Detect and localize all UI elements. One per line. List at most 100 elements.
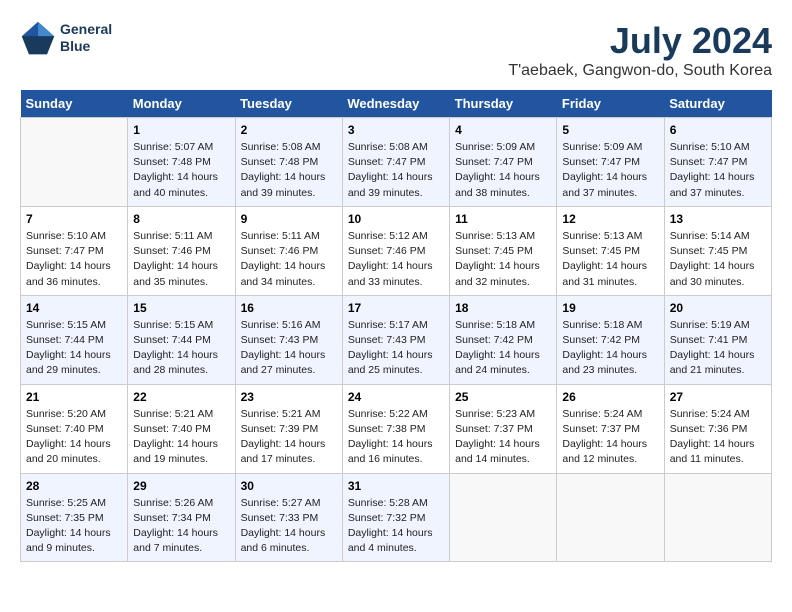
calendar-cell: 12Sunrise: 5:13 AM Sunset: 7:45 PM Dayli… [557,206,664,295]
day-info: Sunrise: 5:09 AM Sunset: 7:47 PM Dayligh… [455,140,551,201]
calendar-cell: 6 Sunrise: 5:10 AM Sunset: 7:47 PM Daylig… [664,118,771,207]
header-friday: Friday [557,90,664,118]
calendar-cell: 23Sunrise: 5:21 AM Sunset: 7:39 PM Dayli… [235,384,342,473]
calendar-cell: 10Sunrise: 5:12 AM Sunset: 7:46 PM Dayli… [342,206,449,295]
day-number: 28 [26,479,122,493]
calendar-cell: 22 Sunrise: 5:21 AM Sunset: 7:40 PM Dayli… [128,384,235,473]
day-number: 13 [670,212,766,226]
day-info: Sunrise: 5:15 AM Sunset: 7:44 PM Dayligh… [26,318,122,379]
day-number: 7 [26,212,122,226]
calendar-cell: 9 Sunrise: 5:11 AM Sunset: 7:46 PM Daylig… [235,206,342,295]
day-info: Sunrise: 5:08 AM Sunset: 7:47 PM Dayligh… [348,140,444,201]
day-info: Sunrise: 5:26 AM Sunset: 7:34 PM Dayligh… [133,496,229,557]
page-subtitle: T'aebaek, Gangwon-do, South Korea [508,62,772,80]
calendar-cell: 19Sunrise: 5:18 AM Sunset: 7:42 PM Dayli… [557,295,664,384]
logo: General Blue [20,20,112,56]
calendar-cell: 15 Sunrise: 5:15 AM Sunset: 7:44 PM Dayli… [128,295,235,384]
day-number: 30 [241,479,337,493]
logo-icon [20,20,56,56]
day-number: 24 [348,390,444,404]
day-info: Sunrise: 5:10 AM Sunset: 7:47 PM Dayligh… [670,140,766,201]
day-info: Sunrise: 5:23 AM Sunset: 7:37 PM Dayligh… [455,407,551,468]
title-section: July 2024 T'aebaek, Gangwon-do, South Ko… [508,20,772,80]
calendar-cell: 13 Sunrise: 5:14 AM Sunset: 7:45 PM Dayli… [664,206,771,295]
calendar-cell: 20 Sunrise: 5:19 AM Sunset: 7:41 PM Dayli… [664,295,771,384]
calendar-cell: 8 Sunrise: 5:11 AM Sunset: 7:46 PM Daylig… [128,206,235,295]
calendar-cell [21,118,128,207]
day-number: 8 [133,212,229,226]
day-number: 20 [670,301,766,315]
day-number: 22 [133,390,229,404]
day-number: 1 [133,123,229,137]
calendar-week-row: 1 Sunrise: 5:07 AM Sunset: 7:48 PM Daylig… [21,118,772,207]
day-number: 15 [133,301,229,315]
day-number: 3 [348,123,444,137]
day-number: 25 [455,390,551,404]
calendar-week-row: 28 Sunrise: 5:25 AM Sunset: 7:35 PM Dayli… [21,473,772,562]
day-number: 17 [348,301,444,315]
calendar-cell: 30 Sunrise: 5:27 AM Sunset: 7:33 PM Dayli… [235,473,342,562]
day-info: Sunrise: 5:13 AM Sunset: 7:45 PM Dayligh… [455,229,551,290]
calendar-cell [450,473,557,562]
calendar-cell: 26Sunrise: 5:24 AM Sunset: 7:37 PM Dayli… [557,384,664,473]
calendar-week-row: 14 Sunrise: 5:15 AM Sunset: 7:44 PM Dayli… [21,295,772,384]
calendar-cell: 31 Sunrise: 5:28 AM Sunset: 7:32 PM Dayli… [342,473,449,562]
day-number: 12 [562,212,658,226]
calendar-cell: 7 Sunrise: 5:10 AM Sunset: 7:47 PM Daylig… [21,206,128,295]
day-info: Sunrise: 5:21 AM Sunset: 7:40 PM Dayligh… [133,407,229,468]
day-info: Sunrise: 5:27 AM Sunset: 7:33 PM Dayligh… [241,496,337,557]
day-number: 27 [670,390,766,404]
day-number: 11 [455,212,551,226]
day-number: 10 [348,212,444,226]
calendar-week-row: 7 Sunrise: 5:10 AM Sunset: 7:47 PM Daylig… [21,206,772,295]
calendar-cell: 24 Sunrise: 5:22 AM Sunset: 7:38 PM Dayli… [342,384,449,473]
header-monday: Monday [128,90,235,118]
calendar-cell: 28 Sunrise: 5:25 AM Sunset: 7:35 PM Dayli… [21,473,128,562]
day-number: 16 [241,301,337,315]
day-number: 2 [241,123,337,137]
header-tuesday: Tuesday [235,90,342,118]
day-info: Sunrise: 5:19 AM Sunset: 7:41 PM Dayligh… [670,318,766,379]
day-info: Sunrise: 5:07 AM Sunset: 7:48 PM Dayligh… [133,140,229,201]
day-info: Sunrise: 5:28 AM Sunset: 7:32 PM Dayligh… [348,496,444,557]
header-thursday: Thursday [450,90,557,118]
header-saturday: Saturday [664,90,771,118]
calendar-cell: 3 Sunrise: 5:08 AM Sunset: 7:47 PM Daylig… [342,118,449,207]
calendar-cell: 14 Sunrise: 5:15 AM Sunset: 7:44 PM Dayli… [21,295,128,384]
calendar-cell: 11 Sunrise: 5:13 AM Sunset: 7:45 PM Dayli… [450,206,557,295]
day-info: Sunrise: 5:15 AM Sunset: 7:44 PM Dayligh… [133,318,229,379]
calendar-cell: 5Sunrise: 5:09 AM Sunset: 7:47 PM Daylig… [557,118,664,207]
day-info: Sunrise: 5:16 AM Sunset: 7:43 PM Dayligh… [241,318,337,379]
calendar-cell: 27 Sunrise: 5:24 AM Sunset: 7:36 PM Dayli… [664,384,771,473]
day-info: Sunrise: 5:14 AM Sunset: 7:45 PM Dayligh… [670,229,766,290]
day-number: 9 [241,212,337,226]
header-wednesday: Wednesday [342,90,449,118]
day-info: Sunrise: 5:09 AM Sunset: 7:47 PM Dayligh… [562,140,658,201]
calendar-week-row: 21 Sunrise: 5:20 AM Sunset: 7:40 PM Dayli… [21,384,772,473]
day-info: Sunrise: 5:11 AM Sunset: 7:46 PM Dayligh… [241,229,337,290]
day-info: Sunrise: 5:24 AM Sunset: 7:36 PM Dayligh… [670,407,766,468]
day-number: 26 [562,390,658,404]
day-number: 14 [26,301,122,315]
day-number: 21 [26,390,122,404]
day-number: 4 [455,123,551,137]
calendar-cell: 17Sunrise: 5:17 AM Sunset: 7:43 PM Dayli… [342,295,449,384]
calendar-cell: 25 Sunrise: 5:23 AM Sunset: 7:37 PM Dayli… [450,384,557,473]
header-sunday: Sunday [21,90,128,118]
day-number: 6 [670,123,766,137]
day-info: Sunrise: 5:08 AM Sunset: 7:48 PM Dayligh… [241,140,337,201]
calendar-cell: 4 Sunrise: 5:09 AM Sunset: 7:47 PM Daylig… [450,118,557,207]
day-info: Sunrise: 5:22 AM Sunset: 7:38 PM Dayligh… [348,407,444,468]
calendar-cell: 16 Sunrise: 5:16 AM Sunset: 7:43 PM Dayli… [235,295,342,384]
calendar-header-row: SundayMondayTuesdayWednesdayThursdayFrid… [21,90,772,118]
calendar-table: SundayMondayTuesdayWednesdayThursdayFrid… [20,90,772,562]
day-info: Sunrise: 5:10 AM Sunset: 7:47 PM Dayligh… [26,229,122,290]
day-info: Sunrise: 5:11 AM Sunset: 7:46 PM Dayligh… [133,229,229,290]
day-info: Sunrise: 5:20 AM Sunset: 7:40 PM Dayligh… [26,407,122,468]
day-info: Sunrise: 5:25 AM Sunset: 7:35 PM Dayligh… [26,496,122,557]
day-number: 31 [348,479,444,493]
calendar-cell [557,473,664,562]
day-number: 29 [133,479,229,493]
day-info: Sunrise: 5:18 AM Sunset: 7:42 PM Dayligh… [455,318,551,379]
calendar-cell: 18Sunrise: 5:18 AM Sunset: 7:42 PM Dayli… [450,295,557,384]
